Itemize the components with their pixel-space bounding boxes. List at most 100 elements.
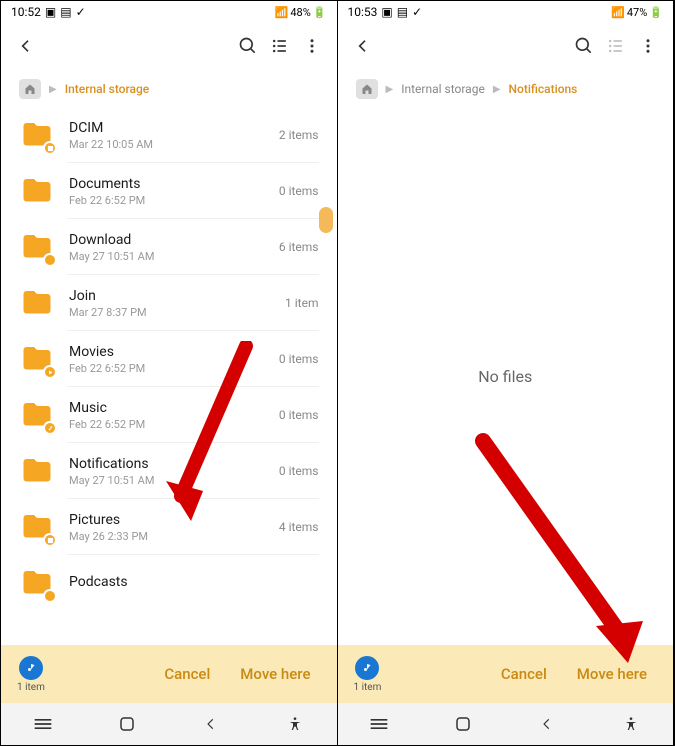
chevron-right-icon: ▶ <box>386 84 394 95</box>
folder-date: May 26 2:33 PM <box>69 530 279 543</box>
toolbar <box>338 23 674 69</box>
status-bar: 10:53 ▣ ▤ ✓ 📶 47% 🔋 <box>338 1 674 23</box>
notif-icon: ▣ <box>381 5 392 19</box>
folder-name: Download <box>69 232 279 248</box>
list-item[interactable]: Download May 27 10:51 AM 6 items <box>1 219 337 275</box>
search-button[interactable] <box>573 35 595 57</box>
signal-icon: 📶 <box>275 6 289 19</box>
status-time: 10:53 <box>348 5 378 19</box>
list-item[interactable]: Podcasts <box>1 555 337 611</box>
home-button[interactable] <box>115 712 139 736</box>
more-button[interactable] <box>637 35 659 57</box>
status-time: 10:52 <box>11 5 41 19</box>
home-icon[interactable] <box>19 79 41 99</box>
play-badge-icon <box>43 365 57 379</box>
folder-date: Feb 22 6:52 PM <box>69 362 279 375</box>
back-button[interactable] <box>15 35 37 57</box>
list-item[interactable]: Join Mar 27 8:37 PM 1 item <box>1 275 337 331</box>
folder-icon <box>19 117 55 153</box>
recents-button[interactable] <box>31 712 55 736</box>
clipboard-count: 1 item <box>354 682 382 693</box>
battery-icon: 🔋 <box>313 6 327 19</box>
view-options-button[interactable] <box>269 35 291 57</box>
folder-date: May 27 10:51 AM <box>69 250 279 263</box>
music-badge-icon <box>43 589 57 603</box>
notif-icon: ▤ <box>60 5 71 19</box>
folder-name: Pictures <box>69 512 279 528</box>
action-bar: 1 item Cancel Move here <box>338 645 674 703</box>
signal-icon: 📶 <box>611 6 625 19</box>
folder-icon <box>19 285 55 321</box>
folder-meta: 1 item <box>285 296 318 310</box>
back-button[interactable] <box>352 35 374 57</box>
move-here-button[interactable]: Move here <box>230 657 320 691</box>
image-badge-icon <box>43 533 57 547</box>
folder-name: Join <box>69 288 285 304</box>
cancel-button[interactable]: Cancel <box>154 657 220 691</box>
clipboard-indicator[interactable]: 1 item <box>17 656 45 693</box>
folder-icon <box>19 453 55 489</box>
folder-icon <box>19 229 55 265</box>
folder-meta: 4 items <box>279 520 319 534</box>
empty-state: No files <box>338 107 674 645</box>
battery-text: 48% <box>290 6 310 19</box>
folder-name: Documents <box>69 176 279 192</box>
download-badge-icon <box>43 253 57 267</box>
list-item[interactable]: Music Feb 22 6:52 PM 0 items <box>1 387 337 443</box>
audio-file-icon <box>355 656 379 680</box>
folder-icon <box>19 565 55 601</box>
folder-date: Mar 27 8:37 PM <box>69 306 285 319</box>
scroll-thumb[interactable] <box>319 207 333 233</box>
clipboard-count: 1 item <box>17 682 45 693</box>
cancel-button[interactable]: Cancel <box>491 657 557 691</box>
recents-button[interactable] <box>367 712 391 736</box>
status-bar: 10:52 ▣ ▤ ✓ 📶 48% 🔋 <box>1 1 337 23</box>
list-item[interactable]: Documents Feb 22 6:52 PM 0 items <box>1 163 337 219</box>
back-nav-button[interactable] <box>535 712 559 736</box>
battery-text: 47% <box>627 6 647 19</box>
folder-meta: 0 items <box>279 184 319 198</box>
move-here-button[interactable]: Move here <box>567 657 657 691</box>
folder-icon <box>19 397 55 433</box>
navigation-bar <box>338 703 674 745</box>
home-icon[interactable] <box>356 79 378 99</box>
breadcrumb: ▶ Internal storage ▶ Notifications <box>338 69 674 107</box>
back-nav-button[interactable] <box>199 712 223 736</box>
folder-meta: 0 items <box>279 464 319 478</box>
list-item[interactable]: DCIM Mar 22 10:05 AM 2 items <box>1 107 337 163</box>
search-button[interactable] <box>237 35 259 57</box>
folder-icon <box>19 173 55 209</box>
breadcrumb-item[interactable]: Internal storage <box>65 82 150 96</box>
folder-date: Mar 22 10:05 AM <box>69 138 279 151</box>
folder-name: Podcasts <box>69 574 319 590</box>
folder-date: May 27 10:51 AM <box>69 474 279 487</box>
toolbar <box>1 23 337 69</box>
screen-left: 10:52 ▣ ▤ ✓ 📶 48% 🔋 ▶ Internal stor <box>1 1 338 745</box>
folder-meta: 6 items <box>279 240 319 254</box>
breadcrumb: ▶ Internal storage <box>1 69 337 107</box>
list-item[interactable]: Pictures May 26 2:33 PM 4 items <box>1 499 337 555</box>
folder-list: DCIM Mar 22 10:05 AM 2 items Documents F… <box>1 107 337 645</box>
accessibility-button[interactable] <box>283 712 307 736</box>
folder-meta: 0 items <box>279 408 319 422</box>
list-item[interactable]: Notifications May 27 10:51 AM 0 items <box>1 443 337 499</box>
list-item[interactable]: Movies Feb 22 6:52 PM 0 items <box>1 331 337 387</box>
more-button[interactable] <box>301 35 323 57</box>
folder-meta: 0 items <box>279 352 319 366</box>
folder-name: Music <box>69 400 279 416</box>
accessibility-button[interactable] <box>619 712 643 736</box>
music-badge-icon <box>43 421 57 435</box>
empty-text: No files <box>478 367 532 386</box>
image-badge-icon <box>43 141 57 155</box>
clipboard-indicator[interactable]: 1 item <box>354 656 382 693</box>
breadcrumb-item[interactable]: Notifications <box>509 82 578 96</box>
home-button[interactable] <box>451 712 475 736</box>
folder-icon <box>19 341 55 377</box>
chevron-right-icon: ▶ <box>49 84 57 95</box>
folder-name: Movies <box>69 344 279 360</box>
folder-date: Feb 22 6:52 PM <box>69 418 279 431</box>
folder-meta: 2 items <box>279 128 319 142</box>
breadcrumb-item[interactable]: Internal storage <box>401 82 485 96</box>
folder-name: Notifications <box>69 456 279 472</box>
notif-icon: ▤ <box>397 5 408 19</box>
